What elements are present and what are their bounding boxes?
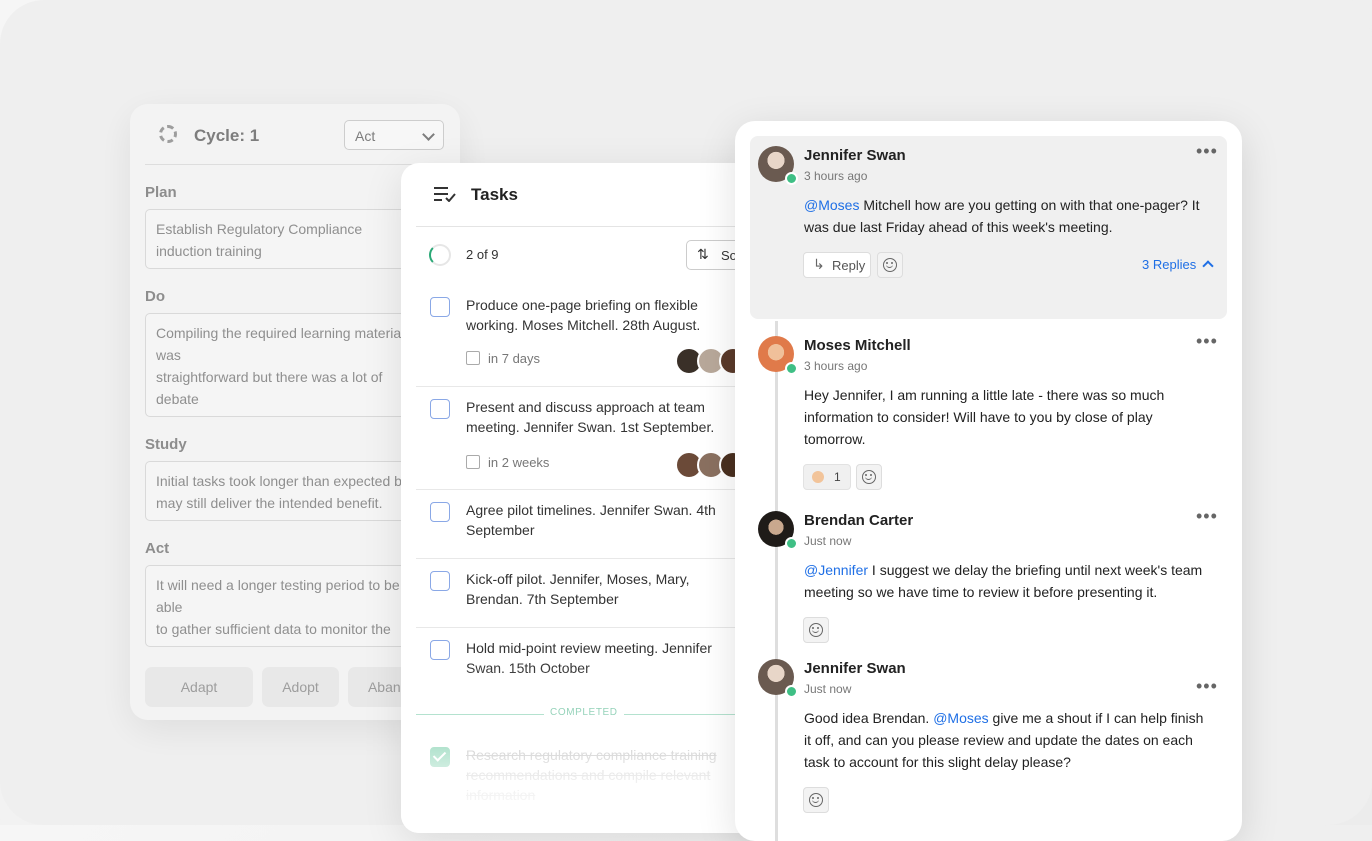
stage-select[interactable]: Act (344, 120, 444, 150)
replies-toggle[interactable]: 3 Replies (1142, 257, 1214, 272)
message-time: 3 hours ago (804, 359, 868, 373)
more-options-icon[interactable]: ••• (1196, 677, 1218, 695)
mention[interactable]: @Jennifer (804, 562, 868, 578)
message-body: Good idea Brendan. @Moses give me a shou… (804, 707, 1214, 773)
online-indicator (785, 685, 798, 698)
study-field[interactable]: Initial tasks took longer than expected … (145, 461, 435, 521)
task-checkbox[interactable] (430, 502, 450, 522)
message-author: Moses Mitchell (804, 337, 911, 354)
online-indicator (785, 172, 798, 185)
emoji-icon (809, 793, 823, 807)
plan-field[interactable]: Establish Regulatory Compliance inductio… (145, 209, 435, 269)
message-author: Jennifer Swan (804, 147, 906, 164)
comments-panel: Jennifer Swan 3 hours ago ••• @Moses Mit… (735, 121, 1242, 841)
more-options-icon[interactable]: ••• (1196, 507, 1218, 525)
plan-label: Plan (145, 184, 177, 201)
add-reaction-button[interactable] (803, 787, 829, 813)
message-time: Just now (804, 534, 852, 548)
reply-button[interactable]: ↳ Reply (803, 252, 871, 278)
sort-icon: ⇅ (697, 246, 709, 262)
task-text[interactable]: Produce one-page briefing on flexible wo… (466, 295, 726, 335)
task-list-icon (434, 187, 456, 202)
cycle-title: Cycle: 1 (194, 126, 260, 145)
task-text[interactable]: Hold mid-point review meeting. Jennifer … (466, 638, 726, 678)
adopt-button[interactable]: Adopt (262, 667, 339, 707)
reply-arrow-icon: ↳ (813, 256, 825, 272)
do-field[interactable]: Compiling the required learning material… (145, 313, 435, 417)
task-due-text: in 2 weeks (488, 455, 550, 470)
progress-text: 2 of 9 (466, 247, 499, 262)
pdca-header: Cycle: 1 Act (145, 104, 445, 165)
reaction-count: 1 (834, 470, 841, 484)
message-text: Hey Jennifer, I am running a little late… (804, 387, 1165, 447)
task-checkbox[interactable] (430, 571, 450, 591)
progress-ring (429, 244, 451, 266)
message-body: @Moses Mitchell how are you getting on w… (804, 194, 1214, 238)
stage-select-value: Act (355, 128, 376, 144)
task-checkbox[interactable] (430, 399, 450, 419)
add-reaction-button[interactable] (856, 464, 882, 490)
study-label: Study (145, 436, 187, 453)
reply-label: Reply (832, 258, 866, 273)
chevron-down-icon (422, 128, 435, 141)
replies-count: 3 Replies (1142, 257, 1197, 272)
task-text[interactable]: Present and discuss approach at team mee… (466, 397, 726, 437)
message-text: Mitchell how are you getting on with tha… (804, 197, 1200, 235)
message-body: @Jennifer I suggest we delay the briefin… (804, 559, 1214, 603)
task-checkbox-checked[interactable] (430, 747, 450, 767)
task-checkbox[interactable] (430, 297, 450, 317)
tasks-title: Tasks (471, 185, 518, 204)
calendar-icon (466, 455, 480, 469)
cycle-icon (159, 125, 177, 143)
act-field[interactable]: It will need a longer testing period to … (145, 565, 435, 647)
message-time: 3 hours ago (804, 169, 868, 183)
message-text: Good idea Brendan. (804, 710, 934, 726)
adapt-button[interactable]: Adapt (145, 667, 253, 707)
task-checkbox[interactable] (430, 640, 450, 660)
online-indicator (785, 537, 798, 550)
ok-hand-emoji-icon (812, 471, 824, 483)
reaction-chip[interactable]: 1 (803, 464, 851, 490)
emoji-icon (883, 258, 897, 272)
task-text[interactable]: Agree pilot timelines. Jennifer Swan. 4t… (466, 500, 726, 540)
task-due: in 7 days (466, 351, 540, 366)
chevron-up-icon (1202, 260, 1214, 272)
act-label: Act (145, 540, 170, 557)
task-due: in 2 weeks (466, 455, 549, 470)
more-options-icon[interactable]: ••• (1196, 142, 1218, 160)
completed-label: COMPLETED (544, 707, 624, 718)
emoji-icon (809, 623, 823, 637)
add-reaction-button[interactable] (877, 252, 903, 278)
emoji-icon (862, 470, 876, 484)
message-time: Just now (804, 682, 852, 696)
mention[interactable]: @Moses (933, 710, 988, 726)
add-reaction-button[interactable] (803, 617, 829, 643)
more-options-icon[interactable]: ••• (1196, 332, 1218, 350)
message-author: Jennifer Swan (804, 660, 906, 677)
online-indicator (785, 362, 798, 375)
mention[interactable]: @Moses (804, 197, 859, 213)
thread-line (775, 321, 778, 841)
task-text[interactable]: Research regulatory compliance training … (466, 745, 736, 805)
message-author: Brendan Carter (804, 512, 914, 529)
calendar-icon (466, 351, 480, 365)
do-label: Do (145, 288, 165, 305)
task-text[interactable]: Kick-off pilot. Jennifer, Moses, Mary, B… (466, 569, 726, 609)
task-due-text: in 7 days (488, 351, 541, 366)
